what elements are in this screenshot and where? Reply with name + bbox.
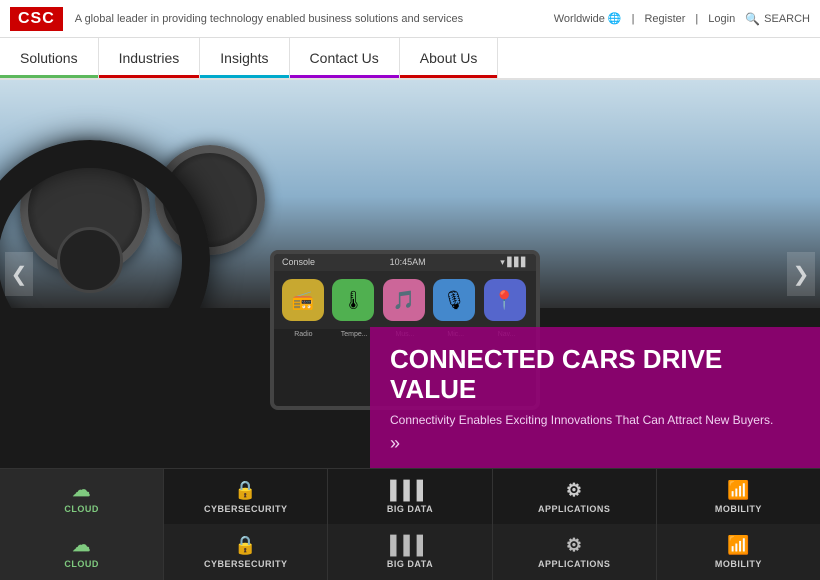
worldwide-area[interactable]: Worldwide 🌐 bbox=[554, 12, 622, 25]
nav-insights[interactable]: Insights bbox=[200, 38, 289, 78]
console-left-label: Console bbox=[282, 257, 315, 268]
bottom-2-cloud[interactable]: ☁ CLOUD bbox=[0, 524, 164, 580]
lock-icon-1: 🔒 bbox=[234, 480, 257, 501]
wifi-icon-2: 📶 bbox=[727, 535, 750, 556]
worldwide-label: Worldwide bbox=[554, 13, 605, 25]
console-header: Console 10:45AM ▾ ▋▋▋ bbox=[274, 254, 536, 271]
bottom-1-bigdata[interactable]: ▌▌▌ BIG DATA bbox=[328, 469, 492, 524]
search-label: SEARCH bbox=[764, 13, 810, 25]
bottom-2-mobility[interactable]: 📶 MOBILITY bbox=[657, 524, 820, 580]
prev-arrow[interactable]: ❮ bbox=[5, 252, 33, 296]
next-icon: ❯ bbox=[793, 262, 810, 287]
search-icon: 🔍 bbox=[745, 12, 760, 26]
wifi-icon-1: 📶 bbox=[727, 480, 750, 501]
bottom-bar-1: ☁ CLOUD 🔒 CYBERSECURITY ▌▌▌ BIG DATA ⚙ A… bbox=[0, 468, 820, 524]
nav-insights-label: Insights bbox=[220, 50, 268, 66]
app-radio-label: Radio bbox=[282, 331, 324, 338]
header-right: Worldwide 🌐 | Register | Login 🔍 SEARCH bbox=[554, 12, 810, 26]
nav: Solutions Industries Insights Contact Us… bbox=[0, 38, 820, 80]
chart-icon-1: ▌▌▌ bbox=[390, 480, 430, 501]
mobility-label-1: MOBILITY bbox=[715, 504, 762, 514]
nav-contact[interactable]: Contact Us bbox=[290, 38, 400, 78]
cloud-label-1: CLOUD bbox=[64, 504, 99, 514]
hero-subtitle: Connectivity Enables Exciting Innovation… bbox=[390, 413, 800, 427]
applications-label-2: APPLICATIONS bbox=[538, 559, 610, 569]
prev-icon: ❮ bbox=[11, 262, 28, 287]
gear-icon-1: ⚙ bbox=[566, 480, 583, 501]
cloud-label-2: CLOUD bbox=[64, 559, 99, 569]
cloud-icon-2: ☁ bbox=[72, 535, 91, 556]
bigdata-label-1: BIG DATA bbox=[387, 504, 433, 514]
hero-overlay: CONNECTED CARS DRIVE VALUE Connectivity … bbox=[370, 327, 820, 468]
separator: | bbox=[695, 13, 698, 25]
login-link[interactable]: Login bbox=[708, 13, 735, 25]
applications-label-1: APPLICATIONS bbox=[538, 504, 610, 514]
search-area[interactable]: 🔍 SEARCH bbox=[745, 12, 810, 26]
bottom-bar-2: ☁ CLOUD 🔒 CYBERSECURITY ▌▌▌ BIG DATA ⚙ A… bbox=[0, 524, 820, 580]
app-music[interactable]: 🎵 bbox=[383, 279, 425, 321]
nav-industries-label: Industries bbox=[119, 50, 180, 66]
nav-contact-label: Contact Us bbox=[310, 50, 379, 66]
bottom-1-mobility[interactable]: 📶 MOBILITY bbox=[657, 469, 820, 524]
mobility-label-2: MOBILITY bbox=[715, 559, 762, 569]
signal-icons: ▾ ▋▋▋ bbox=[500, 257, 528, 268]
console-time: 10:45AM bbox=[390, 257, 426, 268]
bottom-2-applications[interactable]: ⚙ APPLICATIONS bbox=[493, 524, 657, 580]
lock-icon-2: 🔒 bbox=[234, 535, 257, 556]
hero: Console 10:45AM ▾ ▋▋▋ 📻 🌡 🎵 🎙 📍 Radio Te… bbox=[0, 80, 820, 468]
bottom-2-bigdata[interactable]: ▌▌▌ BIG DATA bbox=[328, 524, 492, 580]
cloud-icon-1: ☁ bbox=[72, 480, 91, 501]
bottom-1-cybersecurity[interactable]: 🔒 CYBERSECURITY bbox=[164, 469, 328, 524]
bottom-1-applications[interactable]: ⚙ APPLICATIONS bbox=[493, 469, 657, 524]
chart-icon-2: ▌▌▌ bbox=[390, 535, 430, 556]
bottom-2-cybersecurity[interactable]: 🔒 CYBERSECURITY bbox=[164, 524, 328, 580]
hero-more-link[interactable]: » bbox=[390, 433, 800, 454]
header: CSC A global leader in providing technol… bbox=[0, 0, 820, 38]
cybersecurity-label-1: CYBERSECURITY bbox=[204, 504, 288, 514]
tagline: A global leader in providing technology … bbox=[75, 13, 554, 25]
app-temp[interactable]: 🌡 bbox=[332, 279, 374, 321]
console-apps-grid: 📻 🌡 🎵 🎙 📍 bbox=[274, 271, 536, 329]
register-link[interactable]: Register bbox=[644, 13, 685, 25]
bottom-1-cloud[interactable]: ☁ CLOUD bbox=[0, 469, 164, 524]
nav-solutions[interactable]: Solutions bbox=[0, 38, 99, 78]
app-temp-label: Tempe... bbox=[333, 331, 375, 338]
hero-title: CONNECTED CARS DRIVE VALUE bbox=[390, 345, 800, 405]
nav-about-label: About Us bbox=[420, 50, 478, 66]
next-arrow[interactable]: ❯ bbox=[787, 252, 815, 296]
logo: CSC bbox=[10, 7, 63, 31]
divider: | bbox=[632, 13, 635, 25]
app-map[interactable]: 📍 bbox=[484, 279, 526, 321]
bigdata-label-2: BIG DATA bbox=[387, 559, 433, 569]
app-radio[interactable]: 📻 bbox=[282, 279, 324, 321]
logo-text: CSC bbox=[18, 10, 55, 27]
gear-icon-2: ⚙ bbox=[566, 535, 583, 556]
cybersecurity-label-2: CYBERSECURITY bbox=[204, 559, 288, 569]
globe-icon: 🌐 bbox=[608, 12, 622, 25]
nav-about[interactable]: About Us bbox=[400, 38, 499, 78]
app-mic[interactable]: 🎙 bbox=[433, 279, 475, 321]
nav-industries[interactable]: Industries bbox=[99, 38, 201, 78]
nav-solutions-label: Solutions bbox=[20, 50, 78, 66]
